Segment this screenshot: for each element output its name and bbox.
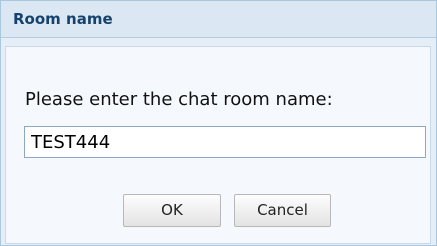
cancel-button[interactable]: Cancel [234, 194, 331, 227]
dialog-title: Room name [13, 10, 113, 28]
dialog-titlebar[interactable]: Room name [1, 1, 436, 38]
room-name-prompt: Please enter the chat room name: [25, 89, 333, 110]
ok-button[interactable]: OK [123, 194, 221, 227]
room-name-input[interactable] [24, 126, 426, 158]
